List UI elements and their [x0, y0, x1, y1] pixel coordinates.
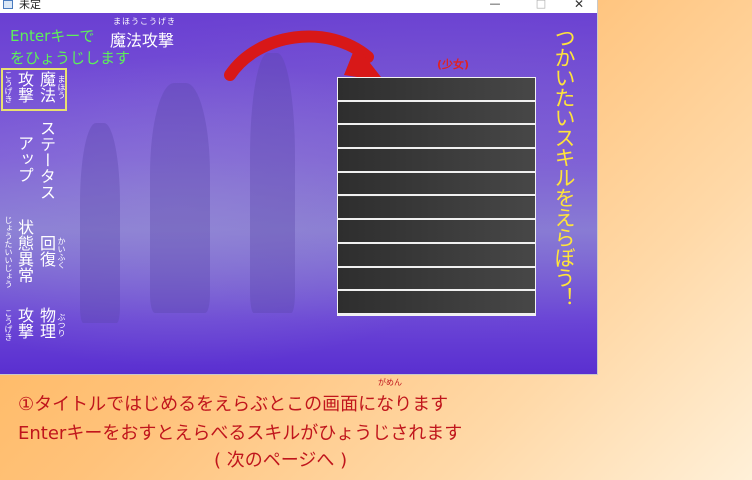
skill-slot[interactable]	[338, 196, 535, 221]
skill-slot[interactable]	[338, 125, 535, 150]
background-tree	[250, 53, 295, 313]
game-window: 未定 — □ ✕ まほうこうげき Enterキーで をひょうじします 魔法攻撃 …	[0, 0, 597, 374]
skill-slot[interactable]	[338, 149, 535, 173]
title-bar: 未定 — □ ✕	[0, 0, 597, 13]
maximize-button[interactable]: □	[531, 0, 551, 10]
command-physical-ruby1: ぶつり	[57, 313, 66, 337]
command-magic-attack[interactable]: 魔法	[36, 71, 56, 103]
command-physical-ruby2: こうげき	[4, 309, 13, 341]
command-physical-attack-col2[interactable]: 攻撃	[14, 307, 34, 339]
command-cure-ruby2: じょうたいいじょう	[4, 216, 13, 288]
window-title: 未定	[19, 0, 41, 11]
selected-skill-name: 魔法攻撃	[110, 31, 175, 50]
app-icon	[3, 0, 13, 9]
skill-slot[interactable]	[338, 172, 535, 197]
game-screen: まほうこうげき Enterキーで をひょうじします 魔法攻撃 まほう 魔法 攻撃…	[0, 13, 597, 374]
skill-slot[interactable]	[338, 243, 535, 268]
command-magic-ruby1: まほう	[57, 75, 66, 99]
command-status-up[interactable]: ステータス	[36, 120, 56, 200]
command-status-cure-col2[interactable]: 状態異常	[14, 219, 34, 283]
choose-skill-title: つかいたいスキルをえらぼう！	[552, 27, 576, 307]
command-physical-attack[interactable]: 物理	[36, 307, 56, 339]
skill-slot[interactable]	[338, 267, 535, 292]
background-tree	[80, 123, 120, 323]
skill-list-panel	[337, 77, 536, 316]
caption-next-page: ( 次のページへ )	[214, 450, 348, 471]
command-magic-attack-col2[interactable]: 攻撃	[14, 71, 34, 103]
skill-slot[interactable]	[338, 78, 535, 102]
curved-arrow-icon	[224, 30, 384, 81]
background-tree	[150, 83, 210, 313]
skill-slot[interactable]	[338, 101, 535, 126]
command-magic-ruby2: こうげき	[4, 71, 13, 103]
caption-line1: ①タイトルではじめるをえらぶとこの画面になります	[18, 394, 449, 415]
caption-ruby: がめん	[378, 378, 402, 387]
skill-slot[interactable]	[338, 291, 535, 315]
character-label: (少女)	[437, 58, 470, 71]
minimize-button[interactable]: —	[485, 0, 505, 10]
close-button[interactable]: ✕	[569, 0, 589, 11]
caption-line2: Enterキーをおすとえらべるスキルがひょうじされます	[18, 423, 463, 444]
command-status-up-col2[interactable]: アップ	[14, 135, 34, 183]
command-status-cure[interactable]: 回復	[36, 235, 56, 267]
skill-slot[interactable]	[338, 220, 535, 244]
command-cure-ruby1: かいふく	[57, 237, 66, 269]
